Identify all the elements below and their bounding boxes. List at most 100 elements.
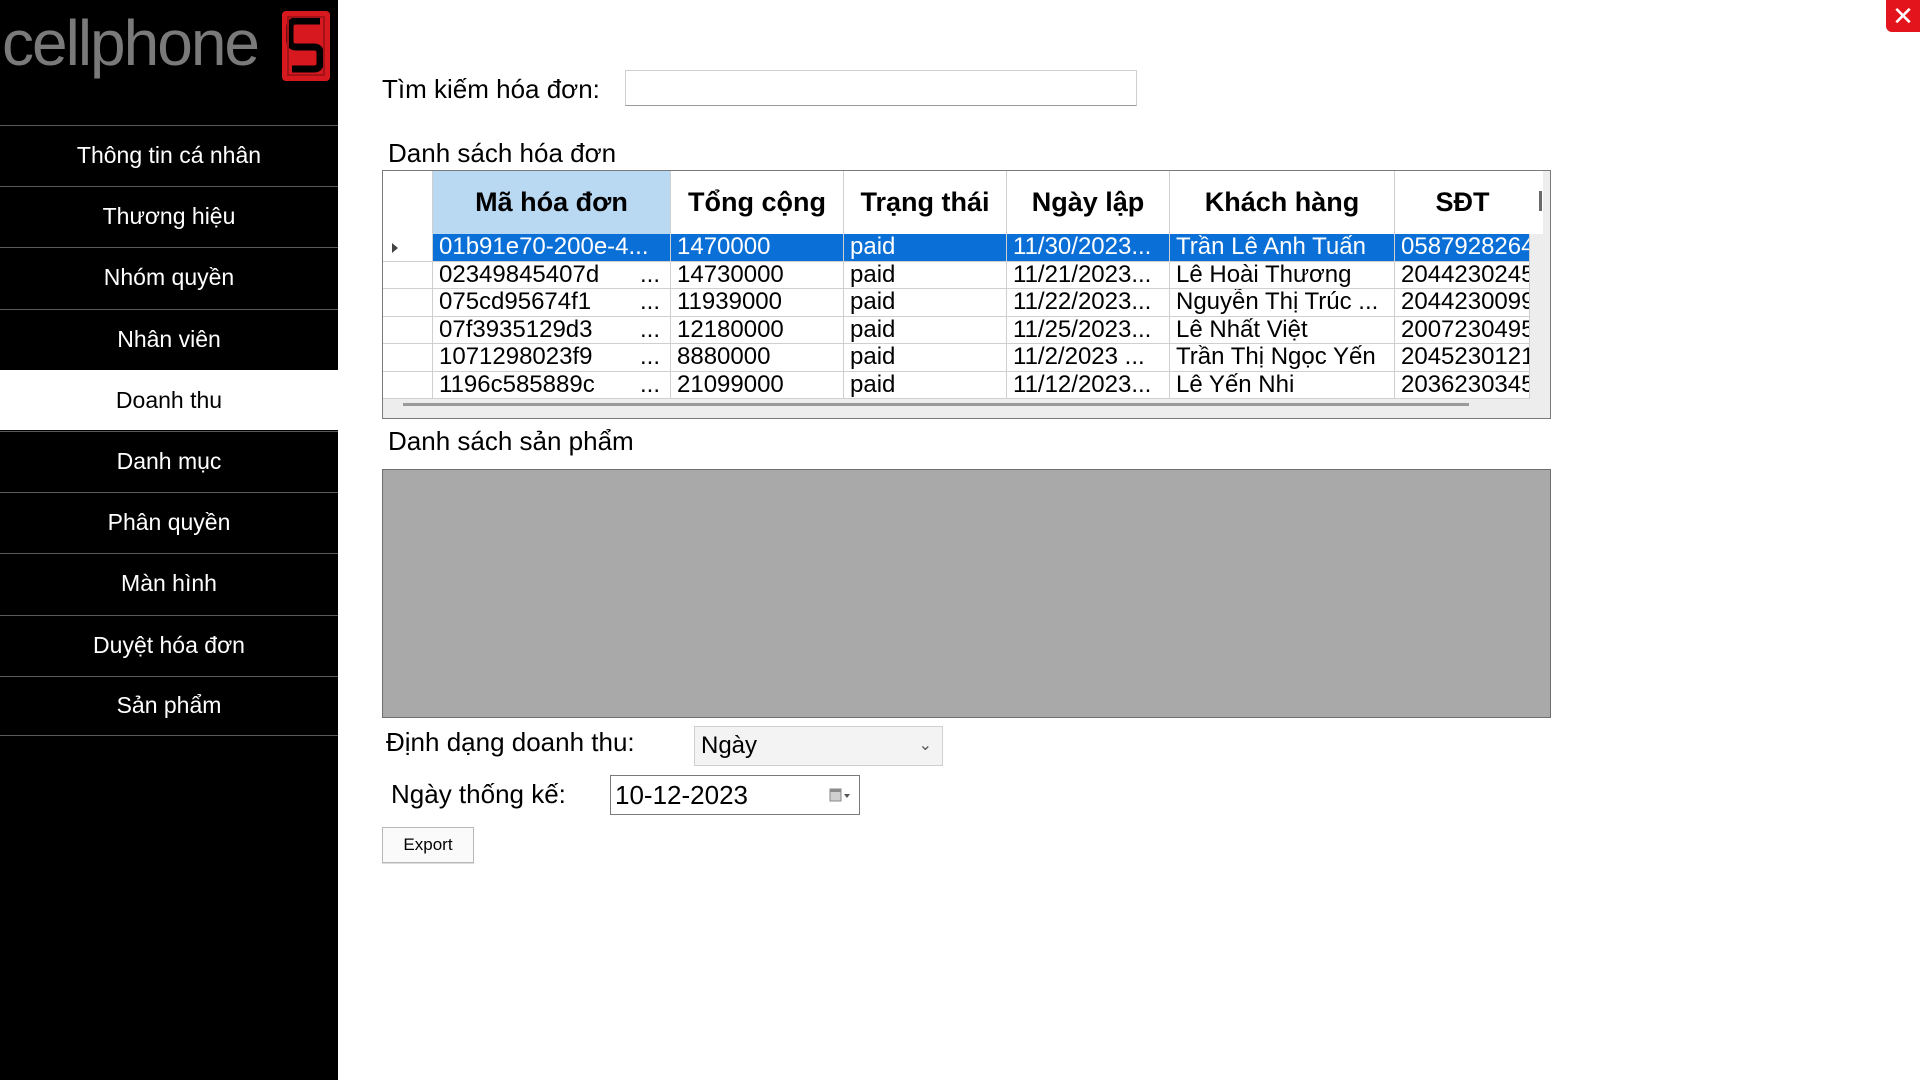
cell-tong-cong[interactable]: 12180000	[671, 316, 844, 344]
close-button[interactable]: ✕	[1886, 0, 1920, 32]
cell-trang-thai[interactable]: paid	[844, 234, 1007, 262]
cell-ma-hoa-don-text: 075cd95674f1	[439, 289, 592, 315]
invoice-grid[interactable]: Mã hóa đơn Tổng cộng Trạng thái Ngày lập…	[382, 170, 1551, 419]
search-label: Tìm kiếm hóa đơn:	[382, 74, 600, 104]
cell-ma-hoa-don[interactable]: 07f3935129d3...	[433, 316, 671, 344]
sidebar-item-thong-tin-ca-nhan[interactable]: Thông tin cá nhân	[0, 125, 338, 185]
cell-khach-hang[interactable]: Lê Hoài Thương	[1170, 261, 1395, 289]
table-row[interactable]: 075cd95674f1... 11939000 paid 11/22/2023…	[383, 289, 1543, 317]
sidebar-item-label: Sản phẩm	[116, 692, 222, 719]
search-input[interactable]	[625, 70, 1137, 106]
row-header[interactable]	[383, 344, 433, 372]
col-header-ma-hoa-don[interactable]: Mã hóa đơn	[433, 171, 671, 234]
column-resize-handle[interactable]	[1539, 191, 1542, 211]
sidebar-item-man-hinh[interactable]: Màn hình	[0, 553, 338, 613]
row-header[interactable]	[383, 371, 433, 399]
cell-sdt[interactable]: 2007230495	[1395, 316, 1530, 344]
sidebar-item-label: Duyệt hóa đơn	[93, 631, 245, 658]
cell-tong-cong[interactable]: 14730000	[671, 261, 844, 289]
cell-ma-hoa-don-text: 07f3935129d3	[439, 316, 593, 343]
cell-khach-hang[interactable]: Nguyễn Thị Trúc ...	[1170, 289, 1395, 317]
col-header-khach-hang[interactable]: Khách hàng	[1170, 171, 1395, 234]
cell-ma-hoa-don[interactable]: 1196c585889c...	[433, 371, 671, 399]
stat-date-label: Ngày thống kế:	[391, 779, 566, 809]
cell-ma-hoa-don[interactable]: 02349845407d...	[433, 261, 671, 289]
stat-date-value: 10-12-2023	[615, 779, 748, 810]
cell-tong-cong[interactable]: 8880000	[671, 344, 844, 372]
cell-ngay-lap[interactable]: 11/2/2023 ...	[1007, 344, 1170, 372]
row-header[interactable]	[383, 316, 433, 344]
table-row[interactable]: 1071298023f9... 8880000 paid 11/2/2023 .…	[383, 344, 1543, 372]
cell-ngay-lap[interactable]: 11/30/2023...	[1007, 234, 1170, 262]
row-header[interactable]	[383, 289, 433, 317]
stat-date-picker[interactable]: 10-12-2023	[610, 775, 860, 815]
sidebar-item-duyet-hoa-don[interactable]: Duyệt hóa đơn	[0, 614, 338, 675]
cell-trang-thai[interactable]: paid	[844, 289, 1007, 317]
cell-khach-hang[interactable]: Lê Nhất Việt	[1170, 316, 1395, 344]
cell-ma-hoa-don-text: 1071298023f9	[439, 344, 593, 370]
sidebar-item-san-pham[interactable]: Sản phẩm	[0, 675, 338, 736]
table-row[interactable]: 1196c585889c... 21099000 paid 11/12/2023…	[383, 371, 1543, 399]
calendar-dropdown-icon[interactable]	[829, 787, 851, 803]
cell-tong-cong[interactable]: 21099000	[671, 371, 844, 399]
revenue-format-select[interactable]: Ngày ⌄	[694, 726, 943, 766]
cell-trang-thai[interactable]: paid	[844, 316, 1007, 344]
col-header-ngay-lap[interactable]: Ngày lập	[1007, 171, 1170, 234]
cell-trang-thai[interactable]: paid	[844, 344, 1007, 372]
cell-trang-thai[interactable]: paid	[844, 261, 1007, 289]
col-header-trang-thai[interactable]: Trạng thái	[844, 171, 1007, 234]
col-header-tong-cong[interactable]: Tổng cộng	[671, 171, 844, 234]
logo-text: cellphone	[2, 7, 260, 79]
cell-ma-hoa-don-text: 1196c585889c	[439, 371, 595, 398]
sidebar-item-label: Danh mục	[116, 447, 222, 474]
row-header[interactable]	[383, 234, 433, 262]
cell-khach-hang[interactable]: Lê Yến Nhi	[1170, 371, 1395, 399]
table-row[interactable]: 02349845407d... 14730000 paid 11/21/2023…	[383, 261, 1543, 289]
cell-tong-cong[interactable]: 1470000	[671, 234, 844, 262]
sidebar-item-phan-quyen[interactable]: Phân quyền	[0, 492, 338, 552]
cell-sdt[interactable]: 2044230245	[1395, 261, 1530, 289]
logo: cellphone	[0, 0, 338, 125]
cell-ngay-lap[interactable]: 11/25/2023...	[1007, 316, 1170, 344]
cell-ma-hoa-don-text: 02349845407d	[439, 261, 600, 288]
cell-ellipsis: ...	[639, 344, 660, 370]
cell-khach-hang[interactable]: Trần Lê Anh Tuấn	[1170, 234, 1395, 262]
product-list-title: Danh sách sản phẩm	[388, 426, 634, 456]
sidebar-item-label: Nhóm quyền	[103, 264, 235, 291]
sidebar-item-nhan-vien[interactable]: Nhân viên	[0, 308, 338, 369]
cell-sdt[interactable]: 2044230099	[1395, 289, 1530, 317]
cell-ngay-lap[interactable]: 11/21/2023...	[1007, 261, 1170, 289]
cell-sdt[interactable]: 0587928264	[1395, 234, 1530, 262]
export-button[interactable]: Export	[382, 827, 474, 863]
cell-ma-hoa-don[interactable]: 1071298023f9...	[433, 344, 671, 372]
revenue-format-value: Ngày	[701, 732, 758, 759]
sidebar-item-danh-muc[interactable]: Danh mục	[0, 430, 338, 491]
export-button-label: Export	[403, 835, 453, 854]
col-header-sdt[interactable]: SĐT	[1395, 171, 1530, 234]
cell-trang-thai[interactable]: paid	[844, 371, 1007, 399]
cell-ma-hoa-don[interactable]: 01b91e70-200e-4...	[433, 234, 671, 262]
cell-ellipsis: ...	[639, 316, 660, 343]
cell-khach-hang[interactable]: Trần Thị Ngọc Yến	[1170, 344, 1395, 372]
cell-ngay-lap[interactable]: 11/22/2023...	[1007, 289, 1170, 317]
cell-ellipsis: ...	[639, 371, 660, 398]
cell-ma-hoa-don[interactable]: 075cd95674f1...	[433, 289, 671, 317]
row-header[interactable]	[383, 261, 433, 289]
sidebar-nav: Thông tin cá nhân Thương hiệu Nhóm quyền…	[0, 125, 338, 737]
sidebar-item-doanh-thu[interactable]: Doanh thu	[0, 369, 338, 430]
invoice-list-title: Danh sách hóa đơn	[388, 138, 617, 168]
cellphones-s-logo-icon	[282, 11, 330, 81]
cell-sdt[interactable]: 2036230345	[1395, 371, 1530, 399]
product-grid[interactable]	[382, 469, 1551, 718]
sidebar-item-nhom-quyen[interactable]: Nhóm quyền	[0, 247, 338, 307]
cell-ngay-lap[interactable]: 11/12/2023...	[1007, 371, 1170, 399]
sidebar-item-thuong-hieu[interactable]: Thương hiệu	[0, 186, 338, 246]
sidebar-item-label: Thông tin cá nhân	[76, 142, 262, 168]
sidebar-item-label: Màn hình	[121, 570, 217, 597]
current-row-icon	[392, 243, 398, 253]
cell-tong-cong[interactable]: 11939000	[671, 289, 844, 317]
table-row[interactable]: 07f3935129d3... 12180000 paid 11/25/2023…	[383, 316, 1543, 344]
table-row[interactable]: 01b91e70-200e-4... 1470000 paid 11/30/20…	[383, 234, 1543, 262]
horizontal-scrollbar[interactable]	[403, 403, 1469, 406]
cell-sdt[interactable]: 2045230121	[1395, 344, 1530, 372]
